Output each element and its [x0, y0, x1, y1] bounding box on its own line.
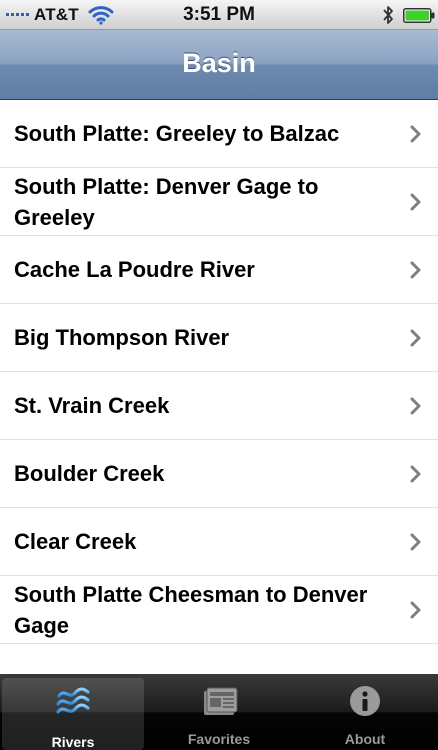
- info-icon: [350, 686, 380, 716]
- chevron-right-icon: [410, 601, 421, 618]
- river-row-label: Big Thompson River: [14, 325, 230, 350]
- battery-icon: [403, 8, 435, 23]
- chevron-right-icon: [410, 125, 421, 142]
- river-row-label: South Platte: Denver Gage to Greeley: [14, 173, 319, 230]
- news-icon: [204, 687, 238, 715]
- river-row-label: St. Vrain Creek: [14, 393, 170, 418]
- river-row-label: South Platte Cheesman to Denver Gage: [14, 581, 368, 638]
- tab-label: About: [344, 731, 386, 747]
- page-title: Basin: [182, 48, 256, 78]
- river-row-south-platte-cheesman-denver[interactable]: South Platte Cheesman to Denver Gage: [0, 576, 438, 644]
- tab-about[interactable]: About: [292, 674, 438, 750]
- tab-rivers[interactable]: Rivers: [2, 678, 144, 750]
- river-list: South Platte: Greeley to Balzac South Pl…: [0, 100, 438, 644]
- river-row-label: South Platte: Greeley to Balzac: [14, 121, 340, 146]
- river-row-label: Clear Creek: [14, 529, 137, 554]
- river-row-south-platte-greeley-balzac[interactable]: South Platte: Greeley to Balzac: [0, 100, 438, 168]
- river-row-boulder-creek[interactable]: Boulder Creek: [0, 440, 438, 508]
- river-row-big-thompson[interactable]: Big Thompson River: [0, 304, 438, 372]
- chevron-right-icon: [410, 533, 421, 550]
- chevron-right-icon: [410, 465, 421, 482]
- navigation-bar: Basin: [0, 30, 438, 100]
- chevron-right-icon: [410, 397, 421, 414]
- river-row-label: Boulder Creek: [14, 461, 165, 486]
- status-time: 3:51 PM: [183, 4, 255, 25]
- waves-icon: [56, 687, 90, 714]
- bluetooth-icon: [383, 6, 393, 24]
- river-row-label: Cache La Poudre River: [14, 257, 255, 282]
- chevron-right-icon: [410, 329, 421, 346]
- river-row-clear-creek[interactable]: Clear Creek: [0, 508, 438, 576]
- river-row-st-vrain[interactable]: St. Vrain Creek: [0, 372, 438, 440]
- tab-bar: Rivers Favorites About: [0, 674, 438, 750]
- chevron-right-icon: [410, 261, 421, 278]
- status-bar: AT&T 3:51 PM: [0, 0, 438, 30]
- chevron-right-icon: [410, 193, 421, 210]
- tab-label: Rivers: [51, 734, 95, 750]
- tab-favorites[interactable]: Favorites: [146, 674, 292, 750]
- river-row-cache-la-poudre[interactable]: Cache La Poudre River: [0, 236, 438, 304]
- tab-label: Favorites: [187, 731, 251, 747]
- river-row-south-platte-denver-greeley[interactable]: South Platte: Denver Gage to Greeley: [0, 168, 438, 236]
